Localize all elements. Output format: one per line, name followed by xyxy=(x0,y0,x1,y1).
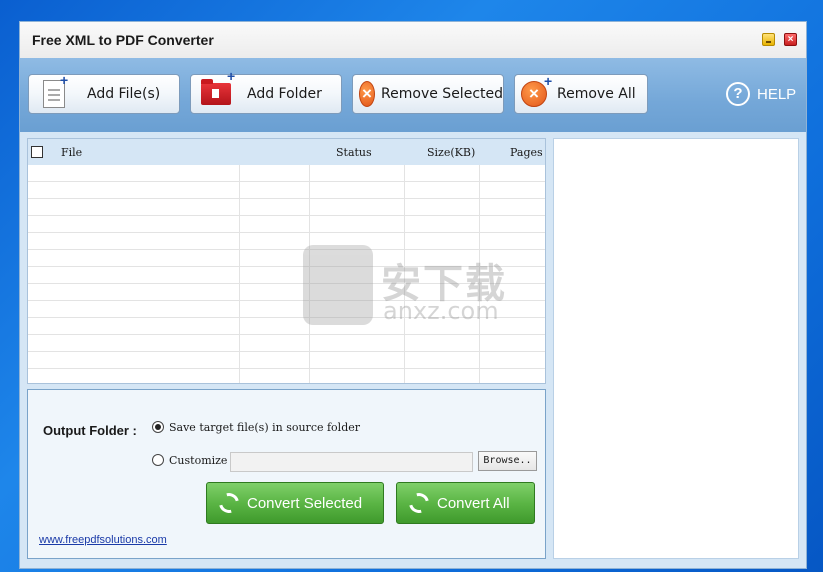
add-folder-label: Add Folder xyxy=(247,86,322,102)
toolbar: + Add File(s) + Add Folder × Remove Sele… xyxy=(20,58,806,132)
window-title: Free XML to PDF Converter xyxy=(32,32,214,48)
table-row xyxy=(28,318,545,335)
browse-button[interactable]: Browse.. xyxy=(478,451,537,471)
file-rows xyxy=(28,165,545,383)
app-window: Free XML to PDF Converter × + Add File(s… xyxy=(19,21,807,569)
website-link[interactable]: www.freepdfsolutions.com xyxy=(39,534,167,546)
title-bar: Free XML to PDF Converter × xyxy=(20,22,806,58)
custom-folder-input[interactable] xyxy=(230,452,473,472)
convert-all-button[interactable]: Convert All xyxy=(396,482,535,524)
close-button[interactable]: × xyxy=(784,33,797,46)
help-label: HELP xyxy=(757,85,797,103)
table-row xyxy=(28,233,545,250)
remove-selected-label: Remove Selected xyxy=(381,86,503,102)
select-all-checkbox[interactable] xyxy=(31,146,43,158)
remove-icon: × + xyxy=(521,74,552,107)
convert-icon xyxy=(405,489,433,517)
table-row xyxy=(28,250,545,267)
add-folder-button[interactable]: + Add Folder xyxy=(190,69,342,114)
source-folder-radio[interactable] xyxy=(152,421,164,433)
table-row xyxy=(28,352,545,369)
convert-selected-label: Convert Selected xyxy=(247,494,363,512)
column-divider xyxy=(479,165,480,383)
column-file[interactable]: File xyxy=(61,146,82,159)
table-row xyxy=(28,165,545,182)
customize-radio[interactable] xyxy=(152,454,164,466)
file-list-header: File Status Size(KB) Pages xyxy=(28,139,545,165)
table-row xyxy=(28,182,545,199)
column-size[interactable]: Size(KB) xyxy=(427,146,475,159)
help-button[interactable]: ? HELP xyxy=(726,80,796,108)
convert-all-label: Convert All xyxy=(437,494,510,512)
add-files-button[interactable]: + Add File(s) xyxy=(28,73,180,114)
column-divider xyxy=(404,165,405,383)
source-folder-label: Save target file(s) in source folder xyxy=(169,421,361,434)
column-status[interactable]: Status xyxy=(336,146,372,159)
output-folder-label: Output Folder : xyxy=(43,423,137,438)
table-row xyxy=(28,199,545,216)
table-row xyxy=(28,284,545,301)
remove-all-button[interactable]: × + Remove All xyxy=(514,74,648,114)
minimize-button[interactable] xyxy=(762,33,775,46)
remove-all-label: Remove All xyxy=(557,86,636,102)
table-row xyxy=(28,335,545,352)
table-row xyxy=(28,301,545,318)
document-add-icon: + xyxy=(43,73,68,108)
folder-add-icon: + xyxy=(201,69,235,105)
remove-selected-button[interactable]: × Remove Selected xyxy=(352,74,504,114)
remove-icon: × xyxy=(359,81,376,107)
output-panel: Output Folder : Save target file(s) in s… xyxy=(27,389,546,559)
add-files-label: Add File(s) xyxy=(87,86,161,102)
table-row xyxy=(28,369,545,383)
convert-icon xyxy=(215,489,243,517)
file-list[interactable]: File Status Size(KB) Pages xyxy=(27,138,546,384)
table-row xyxy=(28,216,545,233)
column-divider xyxy=(239,165,240,383)
column-pages[interactable]: Pages xyxy=(510,146,543,159)
preview-panel xyxy=(553,138,799,559)
customize-label: Customize xyxy=(169,454,228,467)
table-row xyxy=(28,267,545,284)
help-icon: ? xyxy=(726,82,750,106)
convert-selected-button[interactable]: Convert Selected xyxy=(206,482,384,524)
column-divider xyxy=(309,165,310,383)
